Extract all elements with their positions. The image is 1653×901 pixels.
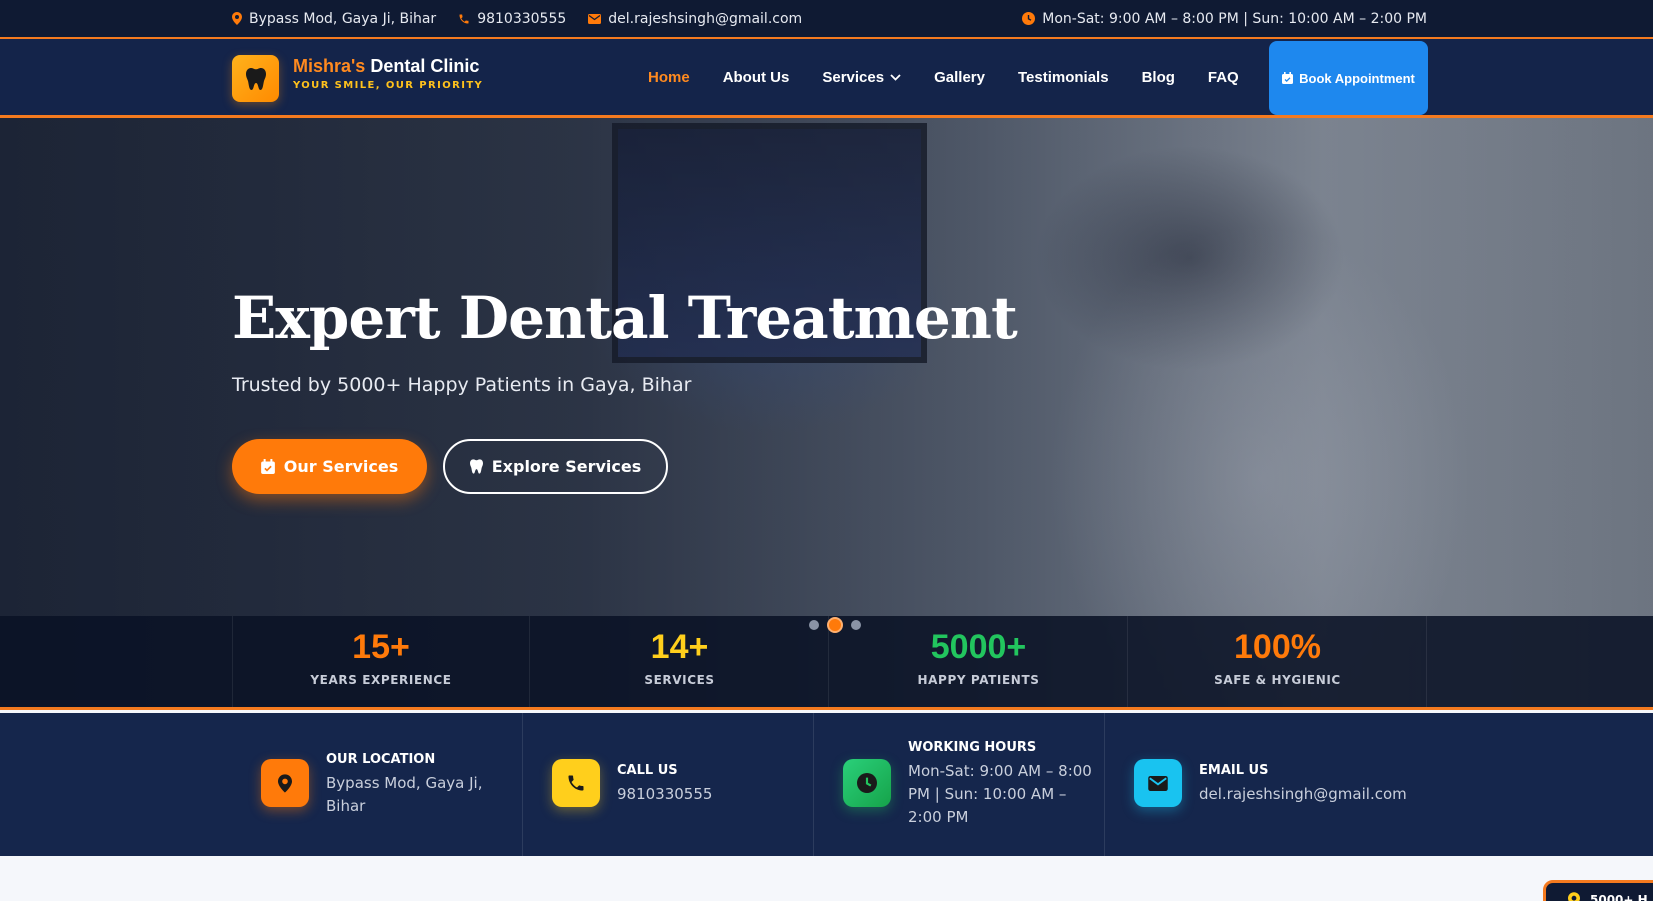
main-nav: Home About Us Services Gallery Testimoni… <box>648 39 1239 115</box>
explore-services-button[interactable]: Explore Services <box>443 439 668 494</box>
info-title: WORKING HOURS <box>908 740 1037 755</box>
nav-gallery[interactable]: Gallery <box>934 69 985 86</box>
info-icon-box <box>843 759 891 807</box>
chevron-down-icon <box>890 73 901 81</box>
location-pin-icon <box>278 773 292 793</box>
carousel-dot-active[interactable] <box>827 617 843 633</box>
info-card-call[interactable]: CALL US 9810330555 <box>523 713 814 856</box>
brand[interactable]: Mishra's Dental Clinic YOUR SMILE, OUR P… <box>293 56 483 91</box>
next-section <box>0 856 1653 901</box>
tooth-icon <box>245 67 266 90</box>
topbar-hours: Mon-Sat: 9:00 AM – 8:00 PM | Sun: 10:00 … <box>1022 11 1427 27</box>
topbar-email[interactable]: del.rajeshsingh@gmail.com <box>588 11 802 27</box>
main-header: Mishra's Dental Clinic YOUR SMILE, OUR P… <box>0 39 1653 118</box>
envelope-icon <box>1148 775 1168 791</box>
info-title: EMAIL US <box>1199 763 1269 778</box>
brand-tagline: YOUR SMILE, OUR PRIORITY <box>293 80 484 91</box>
stat-value: 5000+ <box>930 628 1027 666</box>
floating-patients-badge[interactable]: 5000+ H <box>1543 880 1653 901</box>
stat-safe-hygienic: 100% SAFE & HYGIENIC <box>1129 616 1427 707</box>
stat-services: 14+ SERVICES <box>531 616 829 707</box>
info-value: del.rajeshsingh@gmail.com <box>1199 785 1407 803</box>
calendar-icon <box>260 459 275 474</box>
carousel-dot[interactable] <box>851 620 861 630</box>
nav-testimonials[interactable]: Testimonials <box>1018 69 1109 86</box>
stat-label: YEARS EXPERIENCE <box>310 673 452 687</box>
stat-years-experience: 15+ YEARS EXPERIENCE <box>232 616 530 707</box>
stat-value: 14+ <box>650 628 709 666</box>
nav-blog[interactable]: Blog <box>1142 69 1175 86</box>
nav-about-us[interactable]: About Us <box>723 69 790 86</box>
info-value: Bypass Mod, Gaya Ji, Bihar <box>326 773 483 815</box>
topbar-phone[interactable]: 9810330555 <box>458 11 566 27</box>
info-title: CALL US <box>617 763 678 778</box>
nav-home[interactable]: Home <box>648 69 690 86</box>
info-icon-box <box>261 759 309 807</box>
info-card-working-hours: WORKING HOURS Mon-Sat: 9:00 AM – 8:00 PM… <box>814 713 1105 856</box>
stat-label: HAPPY PATIENTS <box>917 673 1040 687</box>
info-card-email[interactable]: EMAIL US del.rajeshsingh@gmail.com <box>1105 713 1407 856</box>
tooth-icon <box>469 459 483 474</box>
brand-name: Mishra's Dental Clinic <box>293 56 480 76</box>
location-pin-icon <box>1568 892 1580 901</box>
stat-happy-patients: 5000+ HAPPY PATIENTS <box>830 616 1128 707</box>
topbar-address: Bypass Mod, Gaya Ji, Bihar <box>232 11 436 27</box>
hero-subtitle: Trusted by 5000+ Happy Patients in Gaya,… <box>232 374 692 396</box>
info-value: Mon-Sat: 9:00 AM – 8:00 PM | Sun: 10:00 … <box>908 762 1092 826</box>
phone-icon <box>568 775 584 791</box>
logo[interactable] <box>232 55 279 102</box>
info-icon-box <box>1134 759 1182 807</box>
stat-label: SAFE & HYGIENIC <box>1214 673 1341 687</box>
clock-icon <box>1022 12 1036 25</box>
envelope-icon <box>588 13 602 24</box>
info-icon-box <box>552 759 600 807</box>
top-info-bar: Bypass Mod, Gaya Ji, Bihar 9810330555 de… <box>0 0 1653 39</box>
nav-faq[interactable]: FAQ <box>1208 69 1239 86</box>
info-card-location: OUR LOCATION Bypass Mod, Gaya Ji, Bihar <box>232 713 523 856</box>
info-value: 9810330555 <box>617 785 713 803</box>
location-pin-icon <box>232 12 242 25</box>
carousel-dots <box>805 617 865 633</box>
calendar-icon <box>1282 72 1294 84</box>
info-title: OUR LOCATION <box>326 751 436 767</box>
our-services-button[interactable]: Our Services <box>232 439 427 494</box>
stat-value: 100% <box>1234 628 1321 666</box>
stat-label: SERVICES <box>644 673 715 687</box>
contact-info-strip: OUR LOCATION Bypass Mod, Gaya Ji, Bihar … <box>0 713 1653 856</box>
nav-services[interactable]: Services <box>822 69 901 86</box>
clock-icon <box>857 773 877 793</box>
book-appointment-button[interactable]: Book Appointment <box>1269 41 1428 115</box>
phone-icon <box>459 14 469 23</box>
carousel-dot[interactable] <box>809 620 819 630</box>
stat-value: 15+ <box>352 628 410 666</box>
hero-title: Expert Dental Treatment <box>232 284 1018 352</box>
